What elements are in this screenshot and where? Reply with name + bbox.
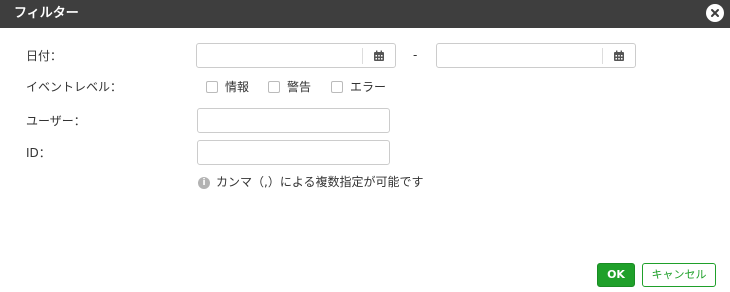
- checkbox-error-label[interactable]: エラー: [350, 80, 386, 94]
- date-range-separator: -: [413, 48, 418, 62]
- date-from-divider: [362, 48, 363, 64]
- info-icon: i: [198, 177, 210, 189]
- close-button[interactable]: [706, 4, 724, 22]
- date-to-field[interactable]: [436, 43, 636, 68]
- date-to-input[interactable]: [443, 47, 593, 64]
- date-label: 日付：: [26, 49, 63, 63]
- id-field[interactable]: [197, 140, 390, 165]
- id-label: ID：: [26, 146, 51, 160]
- dialog-titlebar: フィルター: [0, 0, 730, 28]
- cancel-button[interactable]: キャンセル: [642, 263, 716, 287]
- date-to-divider: [602, 48, 603, 64]
- user-input[interactable]: [204, 112, 382, 129]
- calendar-icon[interactable]: [373, 50, 385, 62]
- close-icon: [711, 9, 719, 17]
- checkbox-warning[interactable]: [268, 81, 280, 93]
- checkbox-info[interactable]: [206, 81, 218, 93]
- calendar-icon[interactable]: [613, 50, 625, 62]
- event-level-label: イベントレベル：: [26, 80, 123, 94]
- checkbox-error[interactable]: [331, 81, 343, 93]
- ok-button[interactable]: OK: [597, 263, 635, 287]
- checkbox-warning-label[interactable]: 警告: [287, 80, 311, 94]
- user-field[interactable]: [197, 108, 390, 133]
- checkbox-info-label[interactable]: 情報: [225, 80, 249, 94]
- user-label: ユーザー：: [26, 114, 86, 128]
- date-from-input[interactable]: [203, 47, 353, 64]
- date-from-field[interactable]: [196, 43, 396, 68]
- id-input[interactable]: [204, 144, 382, 161]
- dialog-title: フィルター: [14, 6, 79, 21]
- id-hint-text: カンマ（,）による複数指定が可能です: [216, 175, 424, 189]
